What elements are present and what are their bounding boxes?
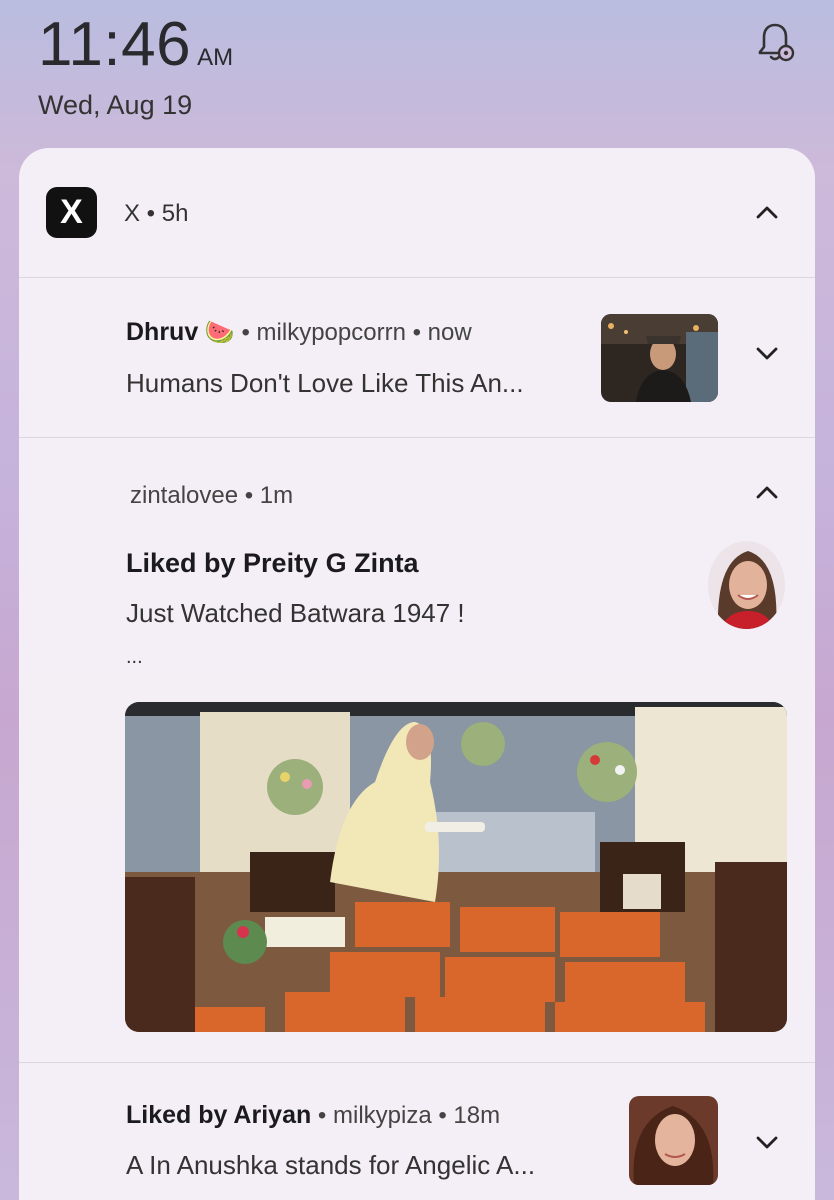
chevron-down-icon[interactable] [752, 1127, 782, 1157]
notification-thumbnail [601, 314, 718, 402]
notification-media-image[interactable] [125, 702, 787, 1032]
notification-meta: Dhruv 🍉 • milkypopcorrn • now [126, 318, 472, 347]
notification-title: Liked by Preity G Zinta [126, 548, 419, 578]
notification-meta: Liked by Ariyan • milkypiza • 18m [126, 1101, 500, 1130]
app-header[interactable]: X X • 5h [19, 148, 815, 278]
notification-group-card[interactable]: X X • 5h Dhruv 🍉 • milkypopcorrn • now H… [19, 148, 815, 1200]
notification-ellipsis: ... [126, 646, 143, 668]
clock-time: 11:46 [38, 10, 192, 79]
chevron-up-icon[interactable] [752, 478, 782, 508]
notification-item[interactable]: Dhruv 🍉 • milkypopcorrn • now Humans Don… [19, 278, 815, 438]
chevron-down-icon[interactable] [752, 338, 782, 368]
notification-text: A In Anushka stands for Angelic A... [126, 1150, 536, 1180]
app-name-time: X • 5h [124, 200, 189, 227]
x-app-icon: X [46, 187, 97, 238]
watermelon-emoji-icon: 🍉 [204, 319, 235, 346]
avatar [708, 541, 785, 629]
sender-name: Dhruv [126, 318, 199, 346]
notification-handle-time: zintalovee • 1m [130, 482, 294, 509]
status-area: 11:46 AM Wed, Aug 19 [38, 10, 233, 121]
notification-item[interactable]: Liked by Ariyan • milkypiza • 18m A In A… [19, 1063, 815, 1200]
notification-thumbnail [629, 1096, 718, 1185]
sender-name: Liked by Ariyan [126, 1101, 312, 1129]
clock-ampm: AM [197, 44, 234, 71]
notification-item-expanded[interactable]: zintalovee • 1m Liked by Preity G Zinta … [19, 438, 815, 1063]
handle-time: • milkypiza • 18m [317, 1102, 501, 1129]
notification-text: Humans Don't Love Like This An... [126, 368, 524, 398]
date-label: Wed, Aug 19 [38, 90, 193, 120]
notification-text: Just Watched Batwara 1947 ! [126, 598, 465, 628]
chevron-up-icon[interactable] [752, 198, 782, 228]
notification-settings-icon[interactable] [752, 20, 798, 66]
clock: 11:46 AM [38, 10, 233, 80]
handle-time: • milkypopcorrn • now [241, 319, 472, 346]
